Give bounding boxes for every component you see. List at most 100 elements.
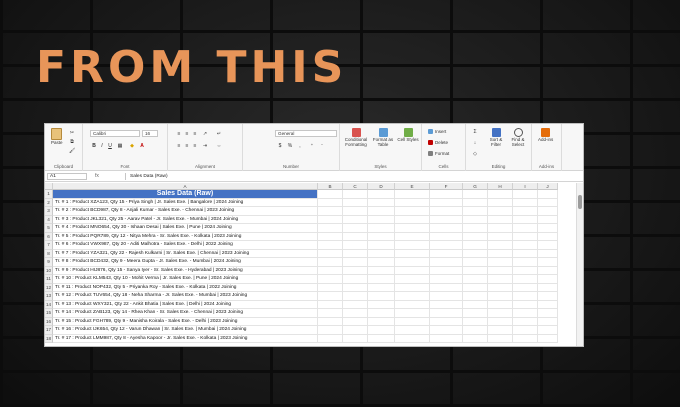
empty-cell[interactable] [430,317,463,326]
empty-cell[interactable] [513,198,538,207]
empty-cell[interactable] [463,275,488,284]
data-cell[interactable]: Tr. # 1 : Product XZA123, Qty 15 - Priya… [53,198,318,207]
empty-cell[interactable] [488,224,513,233]
column-header-b[interactable]: B [318,183,343,190]
empty-cell[interactable] [430,190,463,199]
empty-cell[interactable] [368,241,395,250]
empty-cell[interactable] [488,215,513,224]
empty-cell[interactable] [463,258,488,267]
data-cell[interactable]: Tr. # 6 : Product VWX987, Qty 20 - Aditi… [53,241,318,250]
data-cell[interactable]: Tr. # 9 : Product HIJ876, Qty 15 - Sanya… [53,266,318,275]
currency-icon[interactable]: $ [277,143,283,149]
row-header[interactable]: 1 [45,190,53,199]
formula-input[interactable]: Sales Data (Raw) [125,173,577,180]
fx-icon[interactable]: fx [95,173,99,179]
borders-icon[interactable]: ▦ [117,143,123,149]
empty-cell[interactable] [538,317,558,326]
data-cell[interactable]: Tr. # 5 : Product PQR789, Qty 12 - Nitya… [53,232,318,241]
align-middle-icon[interactable]: ≡ [184,131,190,137]
data-cell[interactable]: Tr. # 14 : Product ZAB123, Qty 14 - Rhea… [53,309,318,318]
empty-cell[interactable] [488,283,513,292]
row-header[interactable]: 6 [45,232,53,241]
empty-cell[interactable] [488,300,513,309]
empty-cell[interactable] [395,249,430,258]
empty-cell[interactable] [395,241,430,250]
empty-cell[interactable] [368,334,395,343]
clear-icon[interactable]: ◇ [472,151,478,157]
empty-cell[interactable] [395,326,430,335]
empty-cell[interactable] [513,275,538,284]
font-color-icon[interactable]: A [139,143,145,149]
empty-cell[interactable] [430,309,463,318]
empty-cell[interactable] [430,249,463,258]
empty-cell[interactable] [488,326,513,335]
data-cell[interactable]: Tr. # 17 : Product LMM987, Qty 8 - Ayesh… [53,334,318,343]
empty-cell[interactable] [513,224,538,233]
empty-cell[interactable] [463,309,488,318]
data-cell[interactable]: Tr. # 12 : Product TUV654, Qty 18 - Neha… [53,292,318,301]
align-left-icon[interactable]: ≡ [176,143,182,149]
empty-cell[interactable] [368,207,395,216]
empty-cell[interactable] [488,292,513,301]
empty-cell[interactable] [513,300,538,309]
empty-cell[interactable] [395,232,430,241]
empty-cell[interactable] [318,190,343,199]
empty-cell[interactable] [318,198,343,207]
empty-cell[interactable] [368,309,395,318]
select-all-corner[interactable] [45,183,53,190]
column-header-d[interactable]: D [368,183,395,190]
empty-cell[interactable] [318,275,343,284]
empty-cell[interactable] [513,317,538,326]
empty-cell[interactable] [318,309,343,318]
empty-cell[interactable] [488,309,513,318]
empty-cell[interactable] [538,224,558,233]
empty-cell[interactable] [318,326,343,335]
empty-cell[interactable] [488,334,513,343]
row-header[interactable]: 17 [45,326,53,335]
empty-cell[interactable] [430,334,463,343]
empty-cell[interactable] [463,215,488,224]
row-header[interactable]: 4 [45,215,53,224]
empty-cell[interactable] [343,266,368,275]
empty-cell[interactable] [463,266,488,275]
data-cell[interactable]: Tr. # 8 : Product BCD432, Qty 9 - Meera … [53,258,318,267]
format-painter-icon[interactable]: 🖌 [69,148,75,154]
empty-cell[interactable] [318,241,343,250]
empty-cell[interactable] [513,326,538,335]
empty-cell[interactable] [488,249,513,258]
empty-cell[interactable] [343,190,368,199]
row-header[interactable]: 18 [45,334,53,343]
vertical-scrollbar[interactable] [576,183,583,346]
empty-cell[interactable] [488,258,513,267]
empty-cell[interactable] [343,249,368,258]
empty-cell[interactable] [368,292,395,301]
data-cell[interactable]: Tr. # 11 : Product NOP432, Qty 5 - Priya… [53,283,318,292]
empty-cell[interactable] [318,224,343,233]
data-cell[interactable]: Tr. # 7 : Product YZA321, Qty 22 - Rajes… [53,249,318,258]
empty-cell[interactable] [395,198,430,207]
empty-cell[interactable] [463,190,488,199]
row-header[interactable]: 5 [45,224,53,233]
row-header[interactable]: 2 [45,198,53,207]
empty-cell[interactable] [538,275,558,284]
font-name-select[interactable]: Calibri [90,130,140,137]
insert-button[interactable]: Insert [428,129,446,134]
autosum-icon[interactable]: Σ [472,129,478,135]
empty-cell[interactable] [513,283,538,292]
empty-cell[interactable] [538,266,558,275]
format-as-table-button[interactable]: Format as Table [371,128,395,147]
empty-cell[interactable] [368,198,395,207]
empty-cell[interactable] [463,198,488,207]
indent-icon[interactable]: ⇥ [202,143,208,149]
delete-button[interactable]: Delete [428,140,448,145]
decrease-decimal-icon[interactable]: ⁻ [319,143,325,149]
empty-cell[interactable] [395,283,430,292]
empty-cell[interactable] [430,258,463,267]
column-header-j[interactable]: J [538,183,558,190]
empty-cell[interactable] [318,334,343,343]
column-header-a[interactable]: A [53,183,318,190]
empty-cell[interactable] [368,266,395,275]
empty-cell[interactable] [488,266,513,275]
empty-cell[interactable] [538,334,558,343]
align-right-icon[interactable]: ≡ [192,143,198,149]
